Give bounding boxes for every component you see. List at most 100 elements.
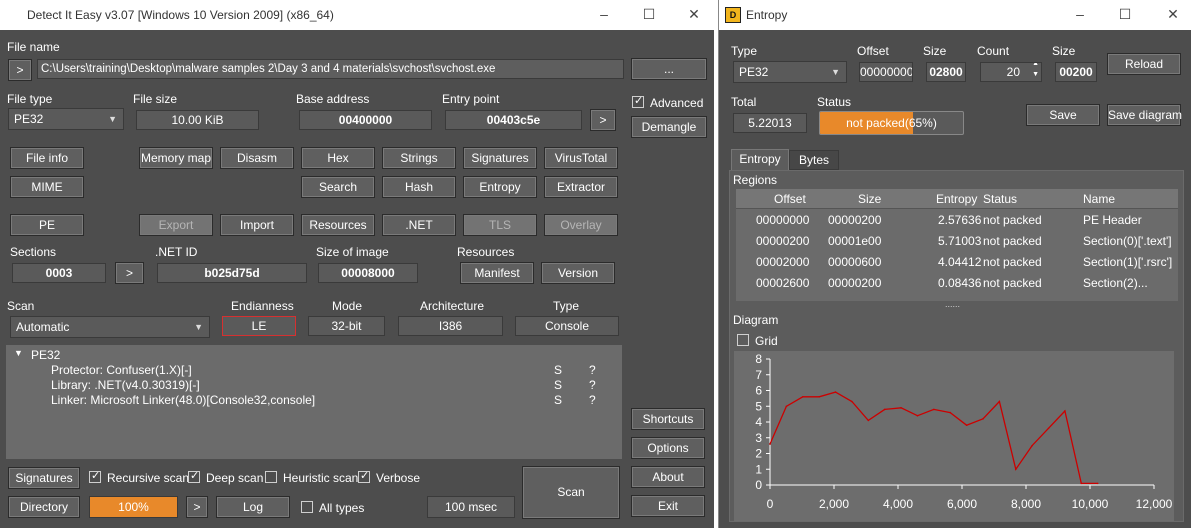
size-of-image-label: Size of image: [316, 245, 389, 259]
main-titlebar: Detect It Easy v3.07 [Windows 10 Version…: [0, 0, 714, 30]
detection-q: ?: [589, 363, 596, 377]
x-tick-label: 8,000: [1011, 497, 1041, 511]
memory-map-button[interactable]: Memory map: [139, 147, 213, 169]
signatures-tool-button[interactable]: Signatures: [463, 147, 537, 169]
chevron-down-icon: ▼: [194, 322, 203, 332]
col-name[interactable]: Name: [1083, 192, 1115, 206]
x-tick-label: 2,000: [819, 497, 849, 511]
sections-label: Sections: [10, 245, 57, 259]
scan-label: Scan: [7, 299, 35, 313]
scan-mode-select[interactable]: Automatic ▼: [10, 316, 210, 338]
detection-row[interactable]: Protector: Confuser(1.X)[-] S ?: [6, 363, 622, 378]
detection-s: S: [554, 363, 563, 377]
import-button[interactable]: Import: [220, 214, 294, 236]
scan-progress-bar: 100%: [89, 496, 178, 518]
col-offset[interactable]: Offset: [774, 192, 806, 206]
detections-tree[interactable]: ▼ PE32 Protector: Confuser(1.X)[-] S ? L…: [6, 345, 622, 459]
version-button[interactable]: Version: [541, 262, 615, 284]
close-icon[interactable]: ✕: [684, 5, 704, 23]
col-entropy[interactable]: Entropy: [936, 192, 977, 206]
recursive-scan-checkbox[interactable]: ✓: [89, 470, 101, 483]
log-button[interactable]: Log: [216, 496, 290, 518]
detection-row[interactable]: Library: .NET(v4.0.30319)[-] S ?: [6, 378, 622, 393]
size2-value: 00200: [1055, 62, 1097, 82]
app-logo-icon: D: [725, 7, 741, 23]
maximize-icon[interactable]: ☐: [1115, 5, 1135, 23]
y-tick-label: 7: [755, 368, 762, 382]
entry-point-button[interactable]: >: [590, 109, 616, 131]
dotnet-button[interactable]: .NET: [382, 214, 456, 236]
cell-status: not packed: [983, 255, 1042, 269]
file-info-button[interactable]: File info: [10, 147, 84, 169]
count-input[interactable]: 20 ▲ ▼: [980, 62, 1042, 82]
virustotal-button[interactable]: VirusTotal: [544, 147, 618, 169]
tls-button[interactable]: TLS: [463, 214, 537, 236]
directory-button[interactable]: Directory: [8, 496, 80, 518]
mime-button[interactable]: MIME: [10, 176, 84, 198]
exit-button[interactable]: Exit: [631, 495, 705, 517]
entropy-data-point: [900, 407, 902, 409]
close-icon[interactable]: ✕: [1163, 5, 1183, 23]
splitter-handle[interactable]: ......: [945, 299, 960, 309]
disasm-button[interactable]: Disasm: [220, 147, 294, 169]
table-row[interactable]: 00000200 00001e00 5.71003 not packed Sec…: [736, 231, 1178, 252]
options-button[interactable]: Options: [631, 437, 705, 459]
file-path-input[interactable]: C:\Users\training\Desktop\malware sample…: [37, 59, 624, 79]
regions-table[interactable]: Offset Size Entropy Status Name 00000000…: [736, 189, 1178, 301]
manifest-button[interactable]: Manifest: [460, 262, 534, 284]
search-button[interactable]: Search: [301, 176, 375, 198]
entropy-data-point: [949, 411, 952, 414]
advanced-checkbox[interactable]: ✓: [632, 95, 644, 108]
demangle-button[interactable]: Demangle: [631, 116, 707, 138]
count-label: Count: [977, 44, 1010, 58]
pe-button[interactable]: PE: [10, 214, 84, 236]
hex-button[interactable]: Hex: [301, 147, 375, 169]
maximize-icon[interactable]: ☐: [639, 5, 659, 23]
entropy-type-select[interactable]: PE32 ▼: [733, 61, 847, 83]
all-types-checkbox[interactable]: [301, 501, 313, 513]
entropy-data-point: [1096, 482, 1099, 485]
chart-background: [734, 351, 1174, 521]
open-file-button[interactable]: >: [8, 59, 32, 81]
minimize-icon[interactable]: –: [594, 5, 614, 23]
sections-button[interactable]: >: [115, 262, 144, 284]
col-size[interactable]: Size: [858, 192, 881, 206]
deep-scan-checkbox[interactable]: ✓: [188, 470, 200, 483]
save-diagram-button[interactable]: Save diagram: [1107, 104, 1182, 126]
tab-bytes[interactable]: Bytes: [789, 150, 839, 170]
table-row[interactable]: 00000000 00000200 2.57636 not packed PE …: [736, 210, 1178, 231]
signatures-button[interactable]: Signatures: [8, 467, 80, 489]
verbose-checkbox[interactable]: ✓: [358, 470, 370, 483]
overlay-button[interactable]: Overlay: [544, 214, 618, 236]
shortcuts-button[interactable]: Shortcuts: [631, 408, 705, 430]
tab-entropy[interactable]: Entropy: [731, 149, 789, 170]
hash-button[interactable]: Hash: [382, 176, 456, 198]
scan-button[interactable]: Scan: [522, 466, 620, 519]
strings-button[interactable]: Strings: [382, 147, 456, 169]
spin-down-icon[interactable]: ▼: [1032, 70, 1039, 80]
cell-offset: 00000200: [756, 234, 810, 248]
table-row[interactable]: 00002000 00000600 4.04412 not packed Sec…: [736, 252, 1178, 273]
detection-row[interactable]: Linker: Microsoft Linker(48.0)[Console32…: [6, 393, 622, 408]
expand-arrow-icon[interactable]: ▼: [14, 348, 23, 358]
extractor-button[interactable]: Extractor: [544, 176, 618, 198]
spin-up-icon[interactable]: ▲: [1032, 63, 1039, 69]
grid-checkbox[interactable]: [737, 334, 749, 346]
browse-button[interactable]: ...: [631, 58, 707, 80]
about-button[interactable]: About: [631, 466, 705, 488]
minimize-icon[interactable]: –: [1070, 5, 1090, 23]
save-button[interactable]: Save: [1026, 104, 1100, 126]
architecture-value: I386: [398, 316, 503, 336]
heuristic-scan-checkbox[interactable]: [265, 471, 277, 483]
offset-label: Offset: [857, 44, 889, 58]
col-status[interactable]: Status: [983, 192, 1017, 206]
reload-button[interactable]: Reload: [1107, 53, 1181, 75]
tree-root[interactable]: PE32: [31, 348, 60, 362]
resources-button[interactable]: Resources: [301, 214, 375, 236]
export-button[interactable]: Export: [139, 214, 213, 236]
entropy-data-point: [1031, 444, 1033, 447]
file-type-select[interactable]: PE32 ▼: [8, 108, 124, 130]
table-row[interactable]: 00002600 00000200 0.08436 not packed Sec…: [736, 273, 1178, 294]
progress-button[interactable]: >: [186, 496, 208, 518]
entropy-button[interactable]: Entropy: [463, 176, 537, 198]
